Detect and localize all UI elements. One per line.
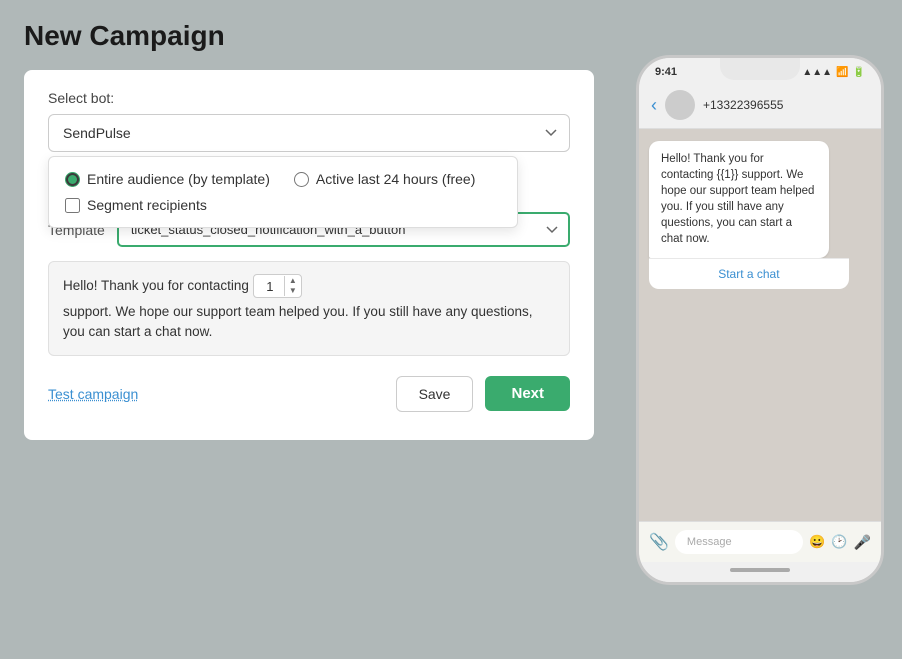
message-placeholder: Message <box>687 536 732 548</box>
sticker-icon[interactable]: 😀 <box>809 534 825 550</box>
battery-icon: 🔋 <box>853 67 865 78</box>
radio-row: Entire audience (by template) Active las… <box>65 171 501 187</box>
form-footer: Test campaign Save Next <box>48 376 570 412</box>
audience-dropdown: Entire audience (by template) Active las… <box>48 156 518 228</box>
phone-bottom-bar <box>639 562 881 582</box>
main-container: New Campaign Select bot: SendPulse Entir… <box>0 0 902 460</box>
next-button[interactable]: Next <box>485 376 570 411</box>
clock-icon[interactable]: 🕑 <box>831 534 847 550</box>
bot-select[interactable]: SendPulse <box>48 114 570 152</box>
test-campaign-link[interactable]: Test campaign <box>48 386 138 402</box>
mic-icon[interactable]: 🎤 <box>854 534 871 551</box>
spinner-down[interactable]: ▼ <box>287 286 299 296</box>
wifi-icon: 📶 <box>836 67 848 78</box>
message-preview: Hello! Thank you for contacting ▲ ▼ supp… <box>48 261 570 356</box>
message-part2: support. We hope our support team helped… <box>63 302 555 343</box>
audience-option-segment[interactable]: Segment recipients <box>65 197 501 213</box>
audience-option-entire[interactable]: Entire audience (by template) <box>65 171 270 187</box>
bot-select-wrapper: SendPulse Entire audience (by template) … <box>48 114 570 152</box>
save-button[interactable]: Save <box>396 376 474 412</box>
avatar <box>665 90 695 120</box>
var-spinners: ▲ ▼ <box>284 276 299 296</box>
phone-notch <box>720 58 800 80</box>
audience-option-active[interactable]: Active last 24 hours (free) <box>294 171 476 187</box>
chat-body: Hello! Thank you for contacting {{1}} su… <box>639 129 881 521</box>
spinner-up[interactable]: ▲ <box>287 276 299 286</box>
back-arrow[interactable]: ‹ <box>651 95 657 116</box>
chat-bubble-button[interactable]: Start a chat <box>649 258 849 289</box>
home-indicator <box>730 568 790 572</box>
footer-right: Save Next <box>396 376 570 412</box>
form-panel: Select bot: SendPulse Entire audience (b… <box>24 70 594 440</box>
phone-chat-header: ‹ +13322396555 <box>639 82 881 129</box>
phone-time: 9:41 <box>655 66 677 78</box>
phone-mockup: 9:41 ▲▲▲ 📶 🔋 ‹ +13322396555 Hello! Thank… <box>636 55 884 585</box>
phone-status-icons: ▲▲▲ 📶 🔋 <box>802 67 865 78</box>
message-input[interactable]: Message <box>675 530 803 554</box>
audience-radio-entire[interactable] <box>65 172 80 187</box>
var-input[interactable] <box>256 279 284 294</box>
chat-bubble: Hello! Thank you for contacting {{1}} su… <box>649 141 829 258</box>
audience-radio-active[interactable] <box>294 172 309 187</box>
bubble-wrapper: Hello! Thank you for contacting {{1}} su… <box>649 141 849 289</box>
select-bot-label: Select bot: <box>48 90 570 106</box>
segment-checkbox[interactable] <box>65 198 80 213</box>
signal-icon: ▲▲▲ <box>802 67 832 78</box>
phone-input-bar: 📎 Message 😀 🕑 🎤 <box>639 521 881 562</box>
message-part1: Hello! Thank you for contacting <box>63 276 249 296</box>
phone-number: +13322396555 <box>703 98 783 112</box>
attachment-icon[interactable]: 📎 <box>649 532 669 552</box>
var-input-wrapper: ▲ ▼ <box>253 274 302 298</box>
page-title: New Campaign <box>24 20 878 52</box>
